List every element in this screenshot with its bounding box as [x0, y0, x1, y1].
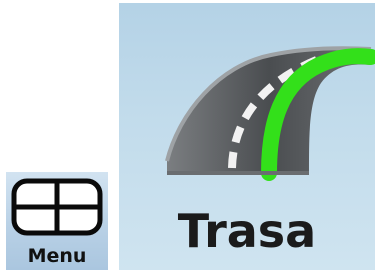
route-label: Trasa: [177, 204, 317, 258]
window-grid-icon: [11, 178, 103, 236]
menu-button[interactable]: Menu: [6, 172, 108, 270]
route-button[interactable]: Trasa: [119, 3, 375, 270]
road-route-icon: [165, 46, 375, 181]
menu-label: Menu: [27, 245, 87, 267]
